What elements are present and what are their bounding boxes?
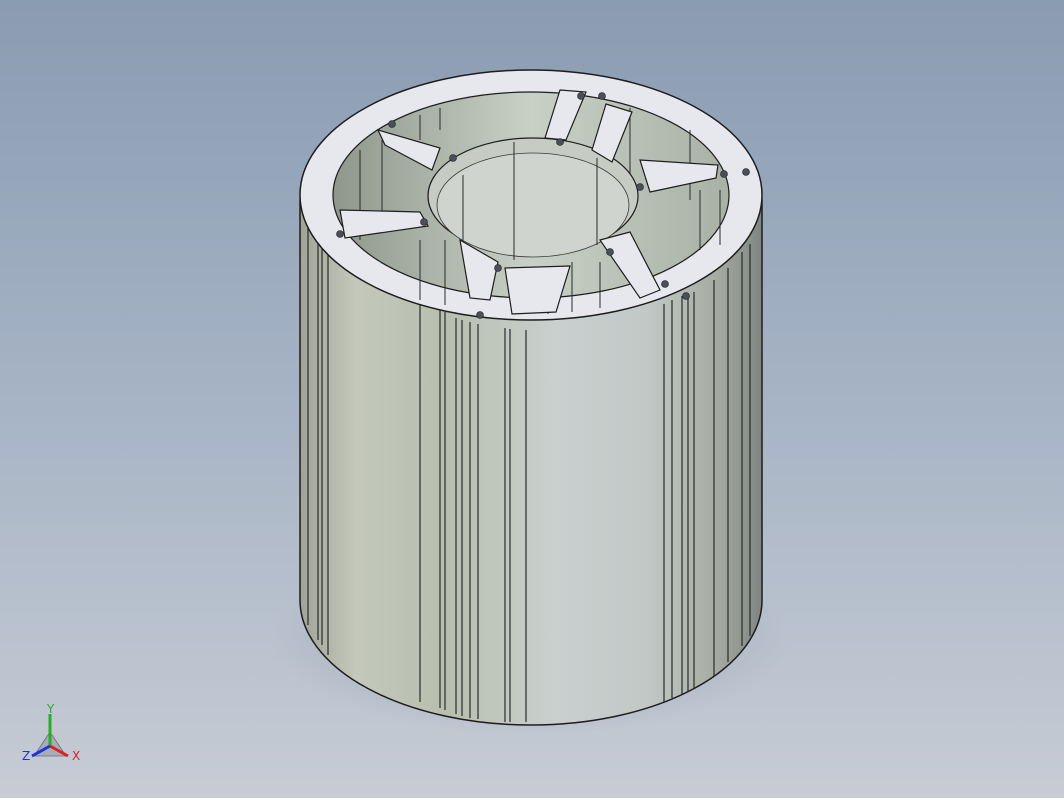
graphics-viewport[interactable]: Y X Z xyxy=(0,0,1064,798)
y-axis-label: Y xyxy=(46,702,55,716)
center-tube-inner xyxy=(436,152,630,258)
coordinate-triad: Y X Z xyxy=(22,702,80,763)
x-axis-label: X xyxy=(72,749,80,763)
model-view[interactable] xyxy=(0,0,1064,798)
z-axis-label: Z xyxy=(22,749,30,763)
